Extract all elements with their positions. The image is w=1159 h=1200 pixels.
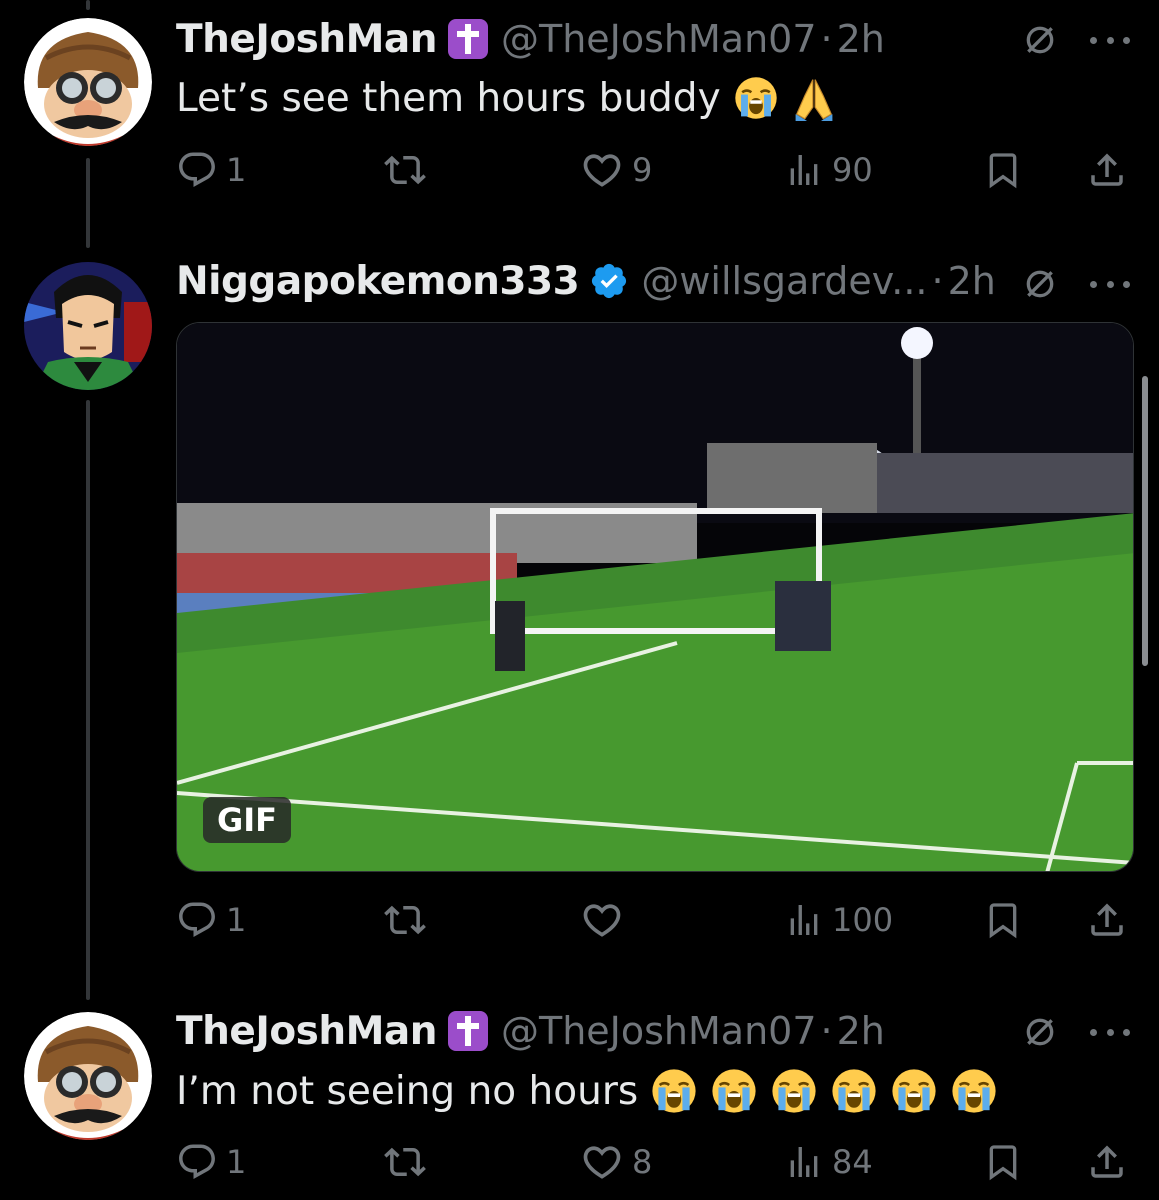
like-button[interactable] — [580, 898, 632, 942]
like-button[interactable]: 8 — [580, 1140, 652, 1184]
thread-line — [86, 400, 90, 1000]
gif-preview-image — [177, 323, 1133, 871]
reply-button[interactable]: 1 — [176, 1140, 246, 1184]
share-button[interactable] — [1086, 1140, 1128, 1184]
views-icon — [784, 1142, 824, 1182]
reply-icon — [176, 149, 218, 191]
share-button[interactable] — [1086, 898, 1128, 942]
tweet-header: Niggapokemon333 @willsgardev... · 2h — [176, 256, 996, 306]
separator-dot: · — [820, 1009, 833, 1053]
handle[interactable]: @TheJoshMan07 — [501, 17, 817, 61]
folded-hands-icon — [791, 75, 837, 121]
heart-icon — [580, 898, 624, 942]
heart-icon — [580, 148, 624, 192]
repost-button[interactable] — [384, 148, 434, 192]
like-count: 9 — [632, 151, 653, 189]
loudly-crying-face-icon — [650, 1067, 698, 1115]
like-count: 8 — [632, 1143, 653, 1181]
cross-badge-icon — [447, 1010, 489, 1052]
handle[interactable]: @willsgardev... — [641, 259, 927, 303]
thread-line — [86, 0, 90, 10]
timestamp[interactable]: 2h — [837, 1009, 885, 1053]
tweet-header: TheJoshMan @TheJoshMan07 · 2h — [176, 14, 885, 64]
bookmark-icon — [983, 900, 1023, 940]
tweet-text: Let’s see them hours buddy — [176, 72, 837, 124]
repost-button[interactable] — [384, 1140, 434, 1184]
views-button[interactable]: 84 — [784, 1140, 873, 1184]
cross-badge-icon — [447, 18, 489, 60]
views-icon — [784, 150, 824, 190]
bookmark-button[interactable] — [983, 1140, 1023, 1184]
gif-media[interactable]: GIF — [176, 322, 1134, 872]
reply-button[interactable]: 1 — [176, 898, 246, 942]
views-icon — [784, 900, 824, 940]
share-icon — [1086, 1141, 1128, 1183]
grok-icon[interactable] — [1020, 1012, 1060, 1052]
reply-icon — [176, 899, 218, 941]
reply-count: 1 — [226, 901, 247, 939]
tweet-text: I’m not seeing no hours — [176, 1064, 998, 1118]
loudly-crying-face-icon — [770, 1067, 818, 1115]
repost-icon — [384, 149, 426, 191]
avatar-image — [24, 1012, 152, 1140]
more-options-icon[interactable] — [1090, 20, 1130, 60]
separator-dot: · — [931, 259, 944, 303]
separator-dot: · — [820, 17, 833, 61]
repost-button[interactable] — [384, 898, 434, 942]
repost-icon — [384, 899, 426, 941]
tweet-text-content: Let’s see them hours buddy — [176, 75, 721, 121]
avatar[interactable] — [24, 262, 152, 390]
views-count: 90 — [832, 151, 873, 189]
more-options-icon[interactable] — [1090, 264, 1130, 304]
views-button[interactable]: 90 — [784, 148, 873, 192]
timestamp[interactable]: 2h — [837, 17, 885, 61]
tweet-header: TheJoshMan @TheJoshMan07 · 2h — [176, 1006, 885, 1056]
repost-icon — [384, 1141, 426, 1183]
reply-button[interactable]: 1 — [176, 148, 246, 192]
gif-badge: GIF — [203, 797, 292, 843]
heart-icon — [580, 1140, 624, 1184]
reply-icon — [176, 1141, 218, 1183]
bookmark-icon — [983, 150, 1023, 190]
timestamp[interactable]: 2h — [948, 259, 996, 303]
display-name[interactable]: TheJoshMan — [176, 17, 438, 62]
grok-icon[interactable] — [1020, 20, 1060, 60]
avatar-image — [24, 18, 152, 146]
display-name[interactable]: Niggapokemon333 — [176, 259, 580, 304]
share-button[interactable] — [1086, 148, 1128, 192]
views-button[interactable]: 100 — [784, 898, 893, 942]
verified-badge-icon — [589, 261, 629, 301]
grok-icon[interactable] — [1020, 264, 1060, 304]
more-options-icon[interactable] — [1090, 1012, 1130, 1052]
handle[interactable]: @TheJoshMan07 — [501, 1009, 817, 1053]
reply-count: 1 — [226, 1143, 247, 1181]
avatar[interactable] — [24, 18, 152, 146]
bookmark-button[interactable] — [983, 898, 1023, 942]
avatar-image — [24, 262, 152, 390]
tweet-text-content: I’m not seeing no hours — [176, 1068, 639, 1114]
like-button[interactable]: 9 — [580, 148, 652, 192]
share-icon — [1086, 899, 1128, 941]
bookmark-icon — [983, 1142, 1023, 1182]
views-count: 100 — [832, 901, 894, 939]
loudly-crying-face-icon — [733, 75, 779, 121]
share-icon — [1086, 149, 1128, 191]
loudly-crying-face-icon — [710, 1067, 758, 1115]
loudly-crying-face-icon — [830, 1067, 878, 1115]
loudly-crying-face-icon — [890, 1067, 938, 1115]
avatar[interactable] — [24, 1012, 152, 1140]
loudly-crying-face-icon — [950, 1067, 998, 1115]
display-name[interactable]: TheJoshMan — [176, 1009, 438, 1054]
views-count: 84 — [832, 1143, 873, 1181]
reply-count: 1 — [226, 151, 247, 189]
scrollbar[interactable] — [1142, 376, 1148, 666]
thread-line — [86, 158, 90, 248]
bookmark-button[interactable] — [983, 148, 1023, 192]
